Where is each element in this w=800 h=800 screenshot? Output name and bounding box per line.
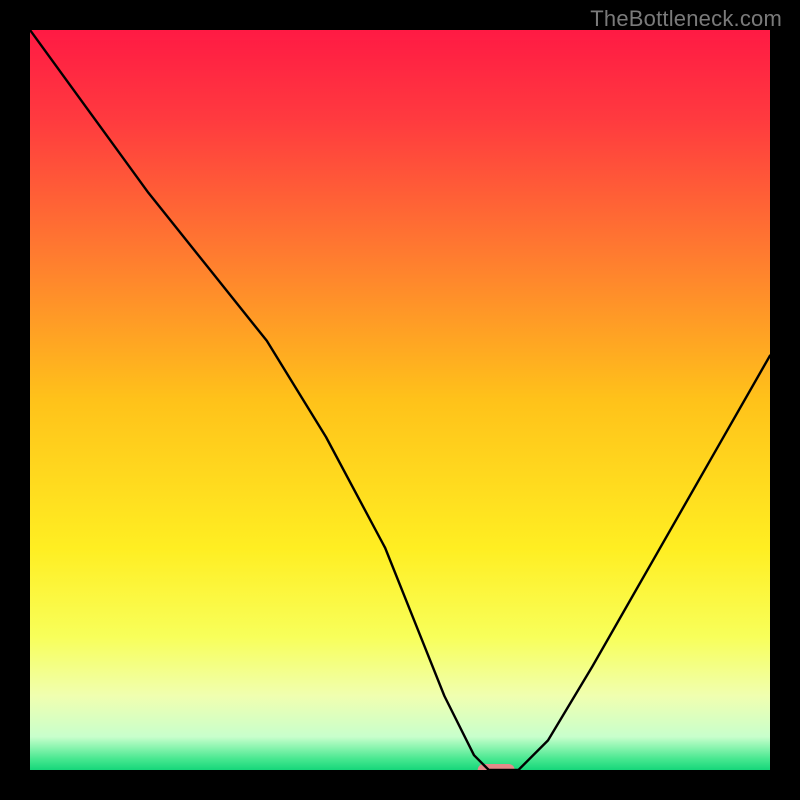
chart-svg: [30, 30, 770, 770]
plot-area: [30, 30, 770, 770]
gradient-background: [30, 30, 770, 770]
watermark-text: TheBottleneck.com: [590, 6, 782, 32]
chart-container: TheBottleneck.com: [0, 0, 800, 800]
